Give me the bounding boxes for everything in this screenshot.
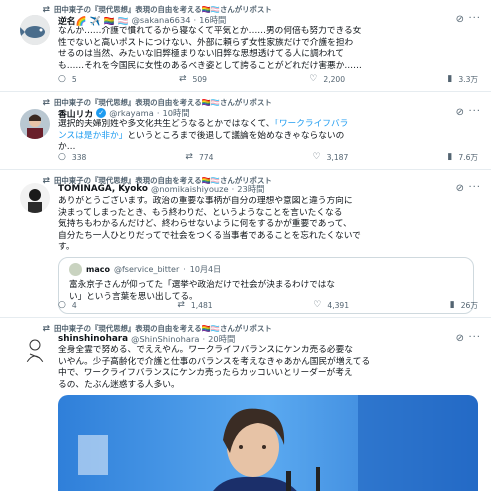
more-options-icon[interactable]: ··· bbox=[468, 106, 481, 117]
tweet-header: 香山リカ ✓ @rkayama · 10時間 bbox=[58, 107, 190, 120]
like-button[interactable]: ♡ 2,200 bbox=[309, 74, 345, 84]
tweet-image[interactable] bbox=[58, 395, 478, 491]
like-button[interactable]: ♡ 3,187 bbox=[313, 152, 349, 162]
timeline-feed: ⇄ 田中東子の『現代思想』表現の自由を考える🏳️‍🌈🏳️‍⚧️さんがリポスト 逆… bbox=[0, 0, 491, 491]
grok-icon[interactable]: ⊘ bbox=[456, 107, 465, 118]
tweet-text: ありがとうございます。政治の重要な事柄が自分の理想や意図と違う方向に 決まってし… bbox=[58, 196, 361, 253]
user-handle[interactable]: @ShinShinohara bbox=[131, 334, 199, 344]
retweet-icon: ⇄ bbox=[42, 323, 50, 334]
retweet-icon: ⇄ bbox=[42, 4, 50, 15]
user-handle[interactable]: @sakana6634 bbox=[132, 15, 191, 25]
user-handle[interactable]: @nomikaishiyouze bbox=[151, 184, 229, 194]
more-options-icon[interactable]: ··· bbox=[468, 332, 481, 343]
quoted-handle: @fservice_bitter bbox=[113, 265, 180, 274]
tweet-time[interactable]: 23時間 bbox=[237, 183, 264, 195]
display-name[interactable]: 香山リカ bbox=[58, 107, 93, 120]
more-options-icon[interactable]: ··· bbox=[468, 13, 481, 24]
tweet-text: 選択的夫婦別姓や多文化共生どうなるとかではなくて、「ワークライフバラ ンスは是か… bbox=[58, 119, 478, 154]
tweet-time[interactable]: 16時間 bbox=[199, 14, 226, 26]
user-handle[interactable]: @rkayama bbox=[109, 108, 154, 118]
reply-button[interactable]: ○ 338 bbox=[58, 152, 86, 162]
tweet-time[interactable]: 10時間 bbox=[162, 107, 189, 119]
quoted-display-name: maco bbox=[86, 265, 110, 274]
tweet-1[interactable]: ⇄ 田中東子の『現代思想』表現の自由を考える🏳️‍🌈🏳️‍⚧️さんがリポスト 逆… bbox=[0, 0, 491, 92]
tweet-2[interactable]: ⇄ 田中東子の『現代思想』表現の自由を考える🏳️‍🌈🏳️‍⚧️さんがリポスト 香… bbox=[0, 93, 491, 170]
retweet-button[interactable]: ⇄ 774 bbox=[185, 152, 213, 162]
grok-icon[interactable]: ⊘ bbox=[456, 333, 465, 344]
heart-icon: ♡ bbox=[309, 74, 318, 84]
more-options-icon[interactable]: ··· bbox=[468, 182, 481, 193]
tweet-header: 逆名🌈 ✈️ 🏳️‍🌈 🏳️‍⚧️ @sakana6634 · 16時間 bbox=[58, 14, 227, 27]
views-button[interactable]: ▮ 3.3万 bbox=[447, 74, 478, 85]
retweet-count: 509 bbox=[192, 74, 208, 84]
retweet-icon: ⇄ bbox=[42, 97, 50, 108]
reply-count: 5 bbox=[71, 74, 77, 84]
retweet-button[interactable]: ⇄ 509 bbox=[179, 74, 207, 84]
reply-button[interactable]: ○ 5 bbox=[58, 74, 77, 84]
views-count: 7.6万 bbox=[458, 152, 478, 162]
retweet-icon: ⇄ bbox=[178, 74, 187, 84]
display-name[interactable]: shinshinohara bbox=[58, 334, 128, 344]
avatar[interactable] bbox=[20, 15, 50, 45]
retweet-icon: ⇄ bbox=[177, 300, 185, 310]
like-count: 2,200 bbox=[323, 74, 346, 84]
avatar[interactable] bbox=[20, 109, 50, 139]
views-count: 3.3万 bbox=[458, 74, 478, 84]
tweet-4[interactable]: ⇄ 田中東子の『現代思想』表現の自由を考える🏳️‍🌈🏳️‍⚧️さんがリポスト s… bbox=[0, 319, 491, 491]
like-count: 4,391 bbox=[327, 300, 350, 310]
tweet-text: 全身全霊で努める、でええやん。ワークライフバランスにケンカ売る必要な いやん。少… bbox=[58, 345, 371, 390]
tweet-header: shinshinohara @ShinShinohara · 20時間 bbox=[58, 333, 236, 345]
retweet-icon: ⇄ bbox=[185, 152, 193, 162]
quoted-avatar bbox=[69, 263, 82, 276]
views-icon: ▮ bbox=[447, 74, 453, 84]
tweet-time[interactable]: 20時間 bbox=[208, 333, 235, 345]
reply-icon: ○ bbox=[58, 300, 66, 310]
heart-icon: ♡ bbox=[313, 300, 322, 310]
tweet-actions: ○ 338 ⇄ 774 ♡ 3,187 ▮ 7.6万 bbox=[58, 150, 478, 164]
views-count: 26万 bbox=[460, 300, 478, 310]
retweet-count: 774 bbox=[198, 152, 214, 162]
tweet-header: TOMINAGA, Kyoko @nomikaishiyouze · 23時間 bbox=[58, 183, 265, 195]
like-count: 3,187 bbox=[326, 152, 349, 162]
like-button[interactable]: ♡ 4,391 bbox=[313, 300, 349, 310]
heart-icon: ♡ bbox=[312, 152, 321, 162]
retweet-count: 1,481 bbox=[190, 300, 213, 310]
reply-count: 338 bbox=[71, 152, 87, 162]
avatar[interactable] bbox=[20, 183, 50, 213]
tweet-text: なんか……介護で慣れてるから寝なくて平気とか……男の何倍も努力できる女 性でない… bbox=[58, 26, 362, 71]
quoted-time: 10月4日 bbox=[189, 265, 222, 274]
display-name[interactable]: 逆名🌈 ✈️ 🏳️‍🌈 🏳️‍⚧️ bbox=[58, 14, 129, 27]
reply-icon: ○ bbox=[58, 74, 66, 84]
retweet-button[interactable]: ⇄ 1,481 bbox=[177, 300, 212, 310]
verified-badge-icon: ✓ bbox=[96, 108, 107, 118]
views-button[interactable]: ▮ 26万 bbox=[450, 300, 478, 311]
grok-icon[interactable]: ⊘ bbox=[456, 14, 465, 25]
tweet-text-plain: 選択的夫婦別姓や多文化共生どうなるとかではなくて、 bbox=[58, 119, 275, 129]
views-icon: ▮ bbox=[447, 152, 453, 162]
reply-count: 4 bbox=[71, 300, 77, 310]
reply-icon: ○ bbox=[58, 152, 66, 162]
tweet-3[interactable]: ⇄ 田中東子の『現代思想』表現の自由を考える🏳️‍🌈🏳️‍⚧️さんがリポスト T… bbox=[0, 171, 491, 318]
tweet-actions: ○ 4 ⇄ 1,481 ♡ 4,391 ▮ 26万 bbox=[58, 298, 478, 312]
views-icon: ▮ bbox=[449, 300, 455, 310]
quoted-tweet-header: maco @fservice_bitter · 10月4日 bbox=[69, 263, 221, 276]
display-name[interactable]: TOMINAGA, Kyoko bbox=[58, 184, 148, 194]
tweet-actions: ○ 5 ⇄ 509 ♡ 2,200 ▮ 3.3万 bbox=[58, 72, 478, 86]
grok-icon[interactable]: ⊘ bbox=[456, 183, 465, 194]
views-button[interactable]: ▮ 7.6万 bbox=[447, 152, 478, 163]
reply-button[interactable]: ○ 4 bbox=[58, 300, 77, 310]
avatar[interactable] bbox=[20, 334, 50, 364]
